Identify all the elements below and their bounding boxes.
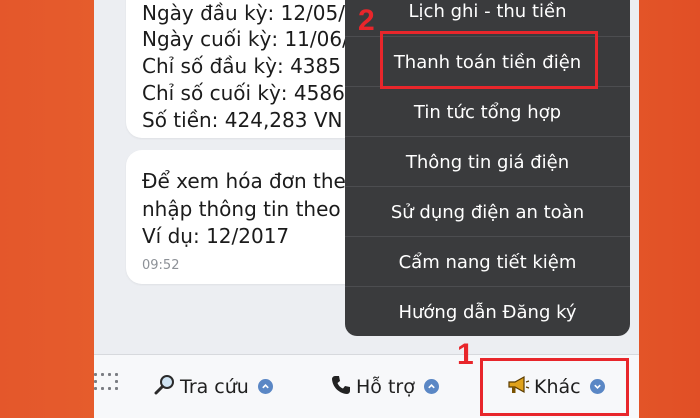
menu-item-price-info[interactable]: Thông tin giá điện bbox=[345, 136, 630, 187]
message-line: Ví dụ: 12/2017 bbox=[142, 224, 290, 248]
chevron-up-icon bbox=[257, 379, 273, 394]
message-line: Để xem hóa đơn the bbox=[142, 169, 346, 193]
message-line: Số tiền: 424,283 VN bbox=[142, 108, 343, 132]
step-number-2: 2 bbox=[358, 4, 375, 37]
telephone-icon bbox=[330, 374, 352, 399]
message-line: nhập thông tin theo bbox=[142, 197, 341, 221]
menu-item-saving-tips[interactable]: Cẩm nang tiết kiệm bbox=[345, 236, 630, 287]
step-number-1: 1 bbox=[457, 338, 474, 371]
tab-label: Tra cứu bbox=[180, 375, 249, 398]
tab-lookup[interactable]: Tra cứu bbox=[154, 355, 273, 418]
message-line: Ngày đầu kỳ: 12/05/ bbox=[142, 1, 345, 25]
menu-item-news[interactable]: Tin tức tổng hợp bbox=[345, 86, 630, 137]
tab-support[interactable]: Hỗ trợ bbox=[330, 355, 439, 418]
message-line: Chỉ số cuối kỳ: 4586 bbox=[142, 81, 345, 105]
message-line: Chỉ số đầu kỳ: 4385 bbox=[142, 54, 341, 78]
menu-item-safety[interactable]: Sử dụng điện an toàn bbox=[345, 186, 630, 237]
tab-label: Hỗ trợ bbox=[356, 375, 415, 398]
highlight-box-pay-bill bbox=[380, 31, 598, 89]
message-line: Ngày cuối kỳ: 11/06/ bbox=[142, 27, 349, 51]
highlight-box-more-tab bbox=[480, 358, 629, 416]
chevron-up-icon bbox=[423, 379, 439, 394]
message-timestamp: 09:52 bbox=[142, 258, 180, 273]
magnifier-icon bbox=[154, 374, 176, 399]
keyboard-toggle-icon[interactable] bbox=[94, 373, 118, 397]
menu-item-register-guide[interactable]: Hướng dẫn Đăng ký bbox=[345, 286, 630, 337]
